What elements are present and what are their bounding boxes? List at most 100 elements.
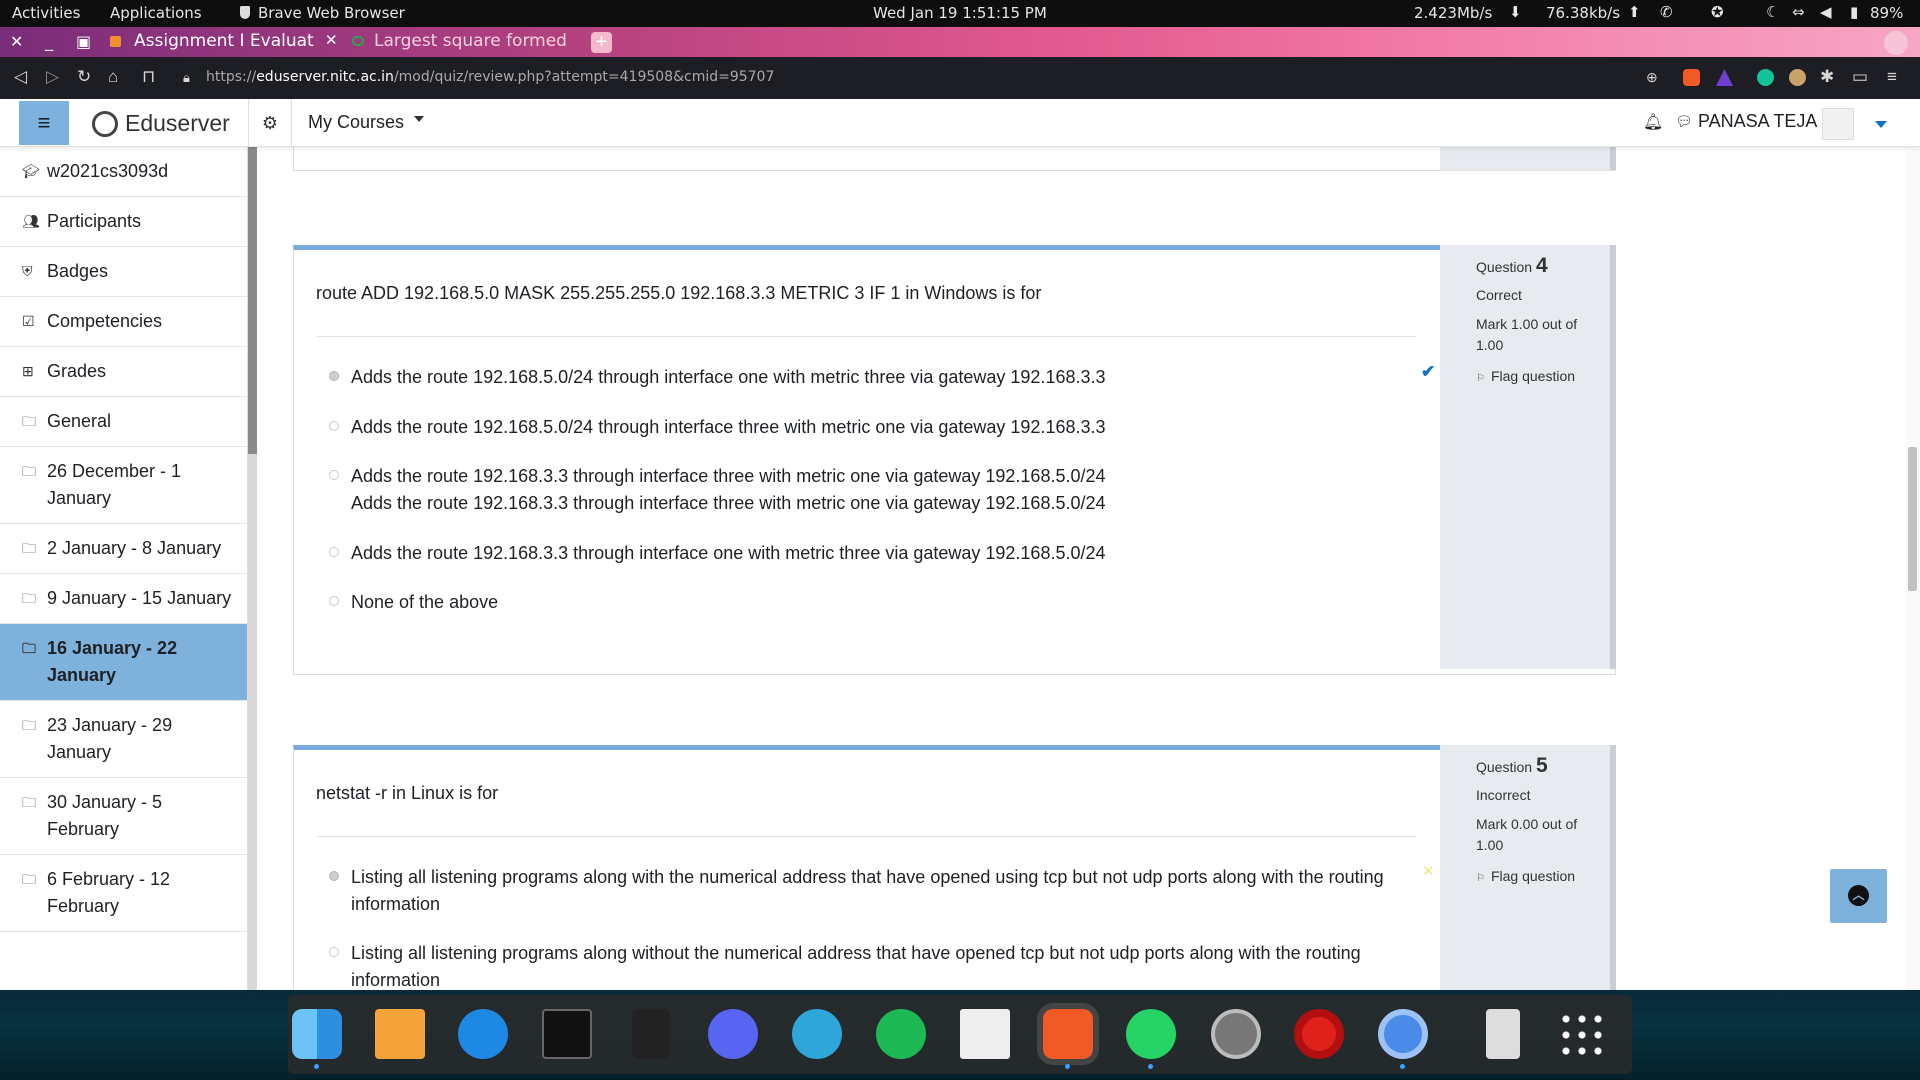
- answer-option: Adds the route 192.168.5.0/24 through in…: [329, 364, 1421, 391]
- question-mark: Mark 1.00 out of 1.00: [1476, 316, 1578, 353]
- question-info: Question 4 Correct Mark 1.00 out of 1.00…: [1440, 245, 1616, 669]
- previous-question-tail: [293, 147, 1616, 171]
- settings-icon[interactable]: [1211, 1009, 1261, 1059]
- page-scroll-thumb[interactable]: [1908, 447, 1917, 591]
- pages-icon[interactable]: [375, 1009, 425, 1059]
- window-restore-icon[interactable]: ▣: [76, 32, 91, 51]
- sidebar-item-participants[interactable]: 👥︎ Participants: [0, 197, 247, 247]
- tab-largest-square[interactable]: Largest square formed: [346, 27, 578, 57]
- battery-icon[interactable]: ▮: [1850, 3, 1858, 21]
- settings-gears-icon[interactable]: ⚙: [248, 99, 292, 147]
- incorrect-cross-icon: ✕: [1422, 863, 1435, 880]
- chevron-up-icon: ︿: [1848, 885, 1869, 906]
- answer-option: None of the above: [329, 589, 1421, 616]
- telegram-icon[interactable]: [792, 1009, 842, 1059]
- page-scrollbar[interactable]: [1905, 147, 1920, 990]
- avatar[interactable]: [1822, 108, 1854, 140]
- clock[interactable]: Wed Jan 19 1:51:15 PM: [873, 4, 1047, 22]
- user-name[interactable]: PANASA TEJA: [1698, 111, 1817, 132]
- finder-icon[interactable]: [292, 1009, 342, 1059]
- sidebar-item-week[interactable]: 🗀 9 January - 15 January: [0, 574, 247, 624]
- notes-icon[interactable]: [960, 1009, 1010, 1059]
- drawer-toggle-button[interactable]: ≡: [19, 101, 69, 145]
- whatsapp-icon[interactable]: [1126, 1009, 1176, 1059]
- sidebar-item-week[interactable]: 🗀 26 December - 1 January: [0, 447, 247, 524]
- answer-option: Adds the route 192.168.3.3 through inter…: [329, 540, 1421, 567]
- browser-menu-icon[interactable]: [1884, 31, 1908, 55]
- app-store-icon[interactable]: [458, 1009, 508, 1059]
- terminal-icon[interactable]: [542, 1009, 592, 1059]
- new-tab-button[interactable]: +: [591, 32, 612, 53]
- sidebar-item-grades[interactable]: ⊞ Grades: [0, 347, 247, 397]
- folder-icon: 🗀: [22, 717, 36, 733]
- sidebar-item-week-active[interactable]: 🗀 16 January - 22 January: [0, 624, 247, 701]
- sidebar-item-week[interactable]: 🗀 2 January - 8 January: [0, 524, 247, 574]
- opera-icon[interactable]: [1294, 1009, 1344, 1059]
- running-indicator: [314, 1064, 319, 1069]
- volume-icon[interactable]: ◀: [1820, 3, 1832, 21]
- folder-icon: 🗀: [22, 590, 36, 606]
- sidebar-item-competencies[interactable]: ☑ Competencies: [0, 297, 247, 347]
- app-grid-icon[interactable]: [1558, 1011, 1606, 1059]
- window-minimize-icon[interactable]: _: [45, 32, 53, 51]
- calculator-icon[interactable]: [632, 1009, 670, 1059]
- flag-question-link[interactable]: Flag question: [1476, 365, 1600, 390]
- running-indicator: [1400, 1064, 1405, 1069]
- question-card: Question 4 Correct Mark 1.00 out of 1.00…: [293, 245, 1616, 675]
- brave-icon[interactable]: [1043, 1009, 1093, 1059]
- quiz-review-content: Question 4 Correct Mark 1.00 out of 1.00…: [257, 147, 1905, 990]
- answer-option: Listing all listening programs along wit…: [329, 940, 1421, 990]
- browser-toolbar: ◁ ▷ ↻ ⌂ ⊓ 🔒︎ https://eduserver.nitc.ac.i…: [0, 57, 1920, 99]
- wallet-icon[interactable]: ▭: [1852, 67, 1868, 87]
- trash-icon[interactable]: [1486, 1009, 1520, 1059]
- user-menu-caret-icon[interactable]: [1875, 121, 1887, 134]
- window-close-icon[interactable]: ✕: [10, 32, 23, 51]
- chromium-icon[interactable]: [1378, 1009, 1428, 1059]
- spotify-icon[interactable]: [876, 1009, 926, 1059]
- discord-icon[interactable]: [708, 1009, 758, 1059]
- back-icon[interactable]: ◁: [14, 67, 27, 87]
- flag-question-link[interactable]: Flag question: [1476, 865, 1600, 890]
- activities-button[interactable]: Activities: [12, 4, 80, 22]
- home-icon[interactable]: ⌂: [108, 67, 118, 87]
- tab-close-icon[interactable]: ✕: [325, 31, 338, 49]
- sidebar-item-week[interactable]: 🗀 23 January - 29 January: [0, 701, 247, 778]
- sidebar-item-course[interactable]: 🎓︎ w2021cs3093d: [0, 147, 247, 197]
- tab-title: Largest square formed: [374, 31, 567, 51]
- answer-option: Adds the route 192.168.5.0/24 through in…: [329, 414, 1421, 441]
- eduserver-logo-icon[interactable]: [92, 111, 118, 137]
- accessibility-icon[interactable]: ✪: [1711, 3, 1724, 21]
- reload-icon[interactable]: ↻: [77, 67, 91, 87]
- forward-icon[interactable]: ▷: [46, 67, 59, 87]
- my-courses-menu[interactable]: My Courses: [308, 112, 424, 133]
- sidebar-item-week[interactable]: 🗀 30 January - 5 February: [0, 778, 247, 855]
- sidebar-item-general[interactable]: 🗀 General: [0, 397, 247, 447]
- messages-icon[interactable]: 💬︎: [1675, 113, 1693, 130]
- grammarly-icon[interactable]: [1757, 69, 1774, 86]
- folder-icon: 🗀: [22, 640, 36, 656]
- extension-owl-icon[interactable]: [1789, 69, 1806, 86]
- tab-assignment[interactable]: Assignment I Evaluat ✕: [106, 27, 342, 57]
- back-to-top-button[interactable]: ︿: [1830, 869, 1887, 923]
- sidebar-scrollbar[interactable]: [248, 147, 257, 990]
- download-speed: 2.423Mb/s: [1414, 4, 1493, 22]
- sidebar-item-badges[interactable]: ⛨ Badges: [0, 247, 247, 297]
- applications-menu[interactable]: Applications: [110, 4, 202, 22]
- extensions-icon[interactable]: ✱: [1820, 67, 1834, 87]
- night-light-icon[interactable]: ☾: [1766, 3, 1779, 21]
- whatsapp-tray-icon[interactable]: ✆: [1660, 3, 1673, 21]
- brave-rewards-icon[interactable]: [1716, 69, 1733, 86]
- question-info: Question 5 Incorrect Mark 0.00 out of 1.…: [1440, 745, 1616, 990]
- moodle-navbar: ≡ Eduserver ⚙ My Courses 🔔︎ 💬︎ PANASA TE…: [0, 99, 1920, 147]
- notifications-bell-icon[interactable]: 🔔︎: [1643, 112, 1663, 132]
- url-bar[interactable]: https://eduserver.nitc.ac.in/mod/quiz/re…: [180, 69, 774, 85]
- browser-menu-icon[interactable]: ≡: [1887, 67, 1897, 87]
- brave-shields-icon[interactable]: [1683, 69, 1700, 86]
- sidebar-scroll-thumb[interactable]: [248, 147, 257, 454]
- sidebar-item-week[interactable]: 🗀 6 February - 12 February: [0, 855, 247, 932]
- zoom-icon[interactable]: ⊕: [1646, 69, 1658, 86]
- active-app-label[interactable]: Brave Web Browser: [240, 4, 405, 22]
- bookmark-icon[interactable]: ⊓: [142, 67, 155, 87]
- site-brand[interactable]: Eduserver: [125, 110, 230, 137]
- network-icon[interactable]: ⇔: [1792, 3, 1805, 21]
